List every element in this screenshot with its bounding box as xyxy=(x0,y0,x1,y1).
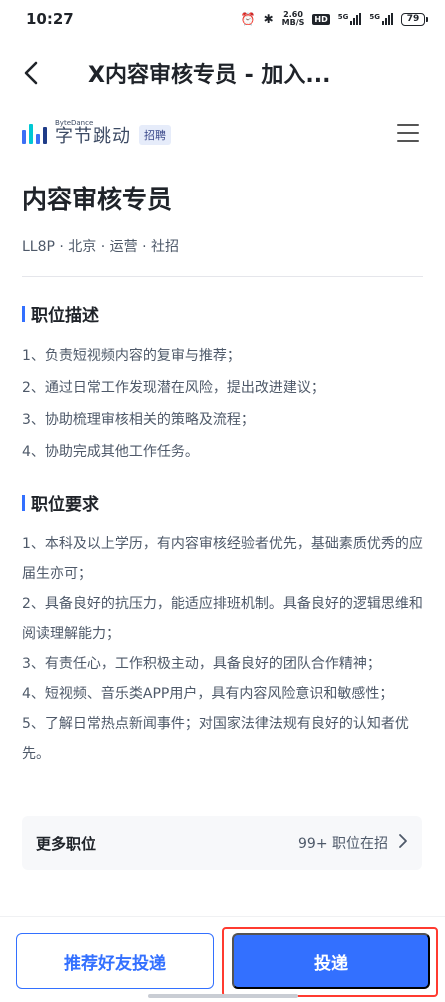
list-item: 1、本科及以上学历，有内容审核经验者优先，基础素质优秀的应届生亦可； xyxy=(22,536,423,582)
divider xyxy=(22,276,423,277)
section-accent-bar xyxy=(22,494,25,511)
bytedance-logo-icon xyxy=(22,122,47,144)
refer-friend-button[interactable]: 推荐好友投递 xyxy=(16,933,214,989)
status-icons: ⏰ ✱ 2.60 MB/S HD 5G 5G 79 xyxy=(240,11,428,27)
status-bar: 10:27 ⏰ ✱ 2.60 MB/S HD 5G 5G 79 xyxy=(0,0,445,38)
recruit-tag: 招聘 xyxy=(139,125,171,145)
signal-2-label: 5G xyxy=(369,13,380,21)
section-accent-bar xyxy=(22,305,25,322)
requirements-title-text: 职位要求 xyxy=(31,495,99,515)
description-section-title: 职位描述 xyxy=(22,301,423,326)
signal-icon-2: 5G xyxy=(369,13,393,25)
battery-icon: 79 xyxy=(401,12,428,26)
back-arrow-icon[interactable] xyxy=(22,58,52,88)
brand-bar: ByteDance 字节跳动 招聘 xyxy=(0,108,445,158)
brand-text: ByteDance 字节跳动 xyxy=(55,120,131,146)
hamburger-menu-icon[interactable] xyxy=(397,124,419,142)
list-item: 2、具备良好的抗压力，能适应排班机制。具备良好的逻辑思维和阅读理解能力； xyxy=(22,596,423,642)
list-item: 4、协助完成其他工作任务。 xyxy=(22,444,199,460)
list-item: 5、了解日常热点新闻事件；对国家法律法规有良好的认知者优先。 xyxy=(22,716,409,762)
requirements-list: 1、本科及以上学历，有内容审核经验者优先，基础素质优秀的应届生亦可； 2、具备良… xyxy=(22,529,423,769)
list-item: 3、有责任心，工作积极主动，具备良好的团队合作精神； xyxy=(22,656,381,672)
more-positions-card[interactable]: 更多职位 99+ 职位在招 xyxy=(22,816,422,870)
job-meta: LL8P · 北京 · 运营 · 社招 xyxy=(22,239,180,255)
more-positions-label: 更多职位 xyxy=(36,834,97,853)
bluetooth-icon: ✱ xyxy=(263,12,274,26)
positions-count: 99+ 职位在招 xyxy=(298,836,388,852)
job-title: 内容审核专员 xyxy=(22,185,173,214)
job-detail-page: 10:27 ⏰ ✱ 2.60 MB/S HD 5G 5G 79 X内容审核专员 … xyxy=(0,0,445,1002)
list-item: 2、通过日常工作发现潜在风险，提出改进建议； xyxy=(22,380,325,396)
signal-1-label: 5G xyxy=(337,13,349,21)
list-item: 3、协助梳理审核相关的策略及流程； xyxy=(22,412,255,428)
home-indicator[interactable] xyxy=(148,994,298,998)
alarm-icon: ⏰ xyxy=(240,12,256,26)
signal-icon-1: 5G xyxy=(338,13,362,25)
status-time: 10:27 xyxy=(26,10,74,28)
nav-bar: X内容审核专员 - 加入... xyxy=(0,38,445,108)
bottom-action-bar: 推荐好友投递 投递 xyxy=(0,916,445,1002)
list-item: 4、短视频、音乐类APP用户，具有内容风险意识和敏感性； xyxy=(22,686,394,702)
apply-button[interactable]: 投递 xyxy=(232,933,430,989)
list-item: 1、负责短视频内容的复审与推荐； xyxy=(22,348,241,364)
nav-title: X内容审核专员 - 加入... xyxy=(88,63,331,88)
net-speed-unit: MB/S xyxy=(281,18,305,27)
chevron-right-icon xyxy=(398,833,408,853)
hd-icon: HD xyxy=(312,13,330,25)
brand-cn: 字节跳动 xyxy=(55,126,131,147)
description-list: 1、负责短视频内容的复审与推荐； 2、通过日常工作发现潜在风险，提出改进建议； … xyxy=(22,340,423,468)
requirements-section-title: 职位要求 xyxy=(22,490,423,515)
more-positions-right: 99+ 职位在招 xyxy=(298,833,408,853)
description-title-text: 职位描述 xyxy=(31,306,99,326)
net-speed: 2.60 MB/S xyxy=(282,11,305,27)
bytedance-logo[interactable]: ByteDance 字节跳动 招聘 xyxy=(22,120,171,146)
